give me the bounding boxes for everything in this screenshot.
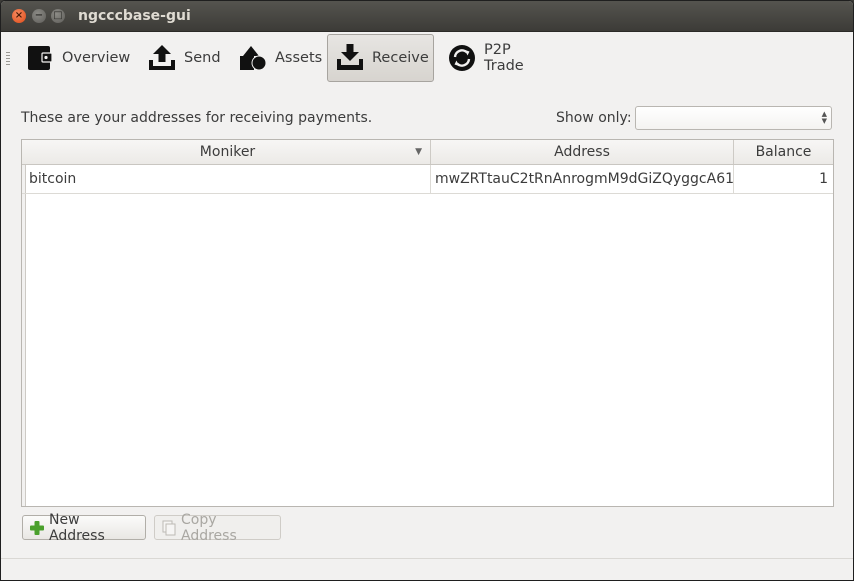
title-bar[interactable]: × − □ ngcccbase-gui: [1, 1, 853, 32]
column-header-moniker[interactable]: Moniker ▼: [25, 140, 431, 164]
addresses-table[interactable]: Moniker ▼ Address Balance bitcoin mwZRTt…: [21, 139, 834, 507]
toolbar-assets-label: Assets: [275, 50, 323, 66]
cell-moniker: bitcoin: [25, 165, 431, 193]
download-tray-icon: [334, 42, 366, 74]
plus-icon: [29, 520, 45, 536]
toolbar-assets[interactable]: Assets: [230, 34, 325, 82]
status-bar: [1, 558, 853, 580]
window-title: ngcccbase-gui: [78, 8, 191, 24]
table-row-header-strip: [22, 140, 26, 506]
maximize-window-button[interactable]: □: [51, 9, 65, 23]
toolbar-receive-label: Receive: [372, 50, 429, 66]
receive-instructions: These are your addresses for receiving p…: [21, 110, 373, 126]
app-window: × − □ ngcccbase-gui Overview Send Assets…: [0, 0, 854, 581]
toolbar-send[interactable]: Send: [139, 34, 225, 82]
combobox-updown-icon: ▲ ▼: [821, 110, 827, 125]
upload-tray-icon: [146, 42, 178, 74]
show-only-combobox[interactable]: ▲ ▼: [635, 106, 832, 130]
column-header-moniker-label: Moniker: [199, 144, 256, 160]
new-address-label: New Address: [49, 511, 105, 544]
table-header: Moniker ▼ Address Balance: [22, 140, 833, 165]
show-only-label: Show only:: [556, 110, 632, 126]
column-header-address-label: Address: [554, 144, 610, 160]
table-row[interactable]: bitcoin mwZRTtauC2tRnAnrogmM9dGiZQyggcA6…: [22, 165, 833, 194]
toolbar-grip-handle[interactable]: [6, 52, 10, 66]
copy-icon: [161, 520, 177, 536]
toolbar-receive[interactable]: Receive: [327, 34, 434, 82]
minimize-window-button[interactable]: −: [32, 9, 46, 23]
wallet-icon: [24, 42, 56, 74]
column-header-address[interactable]: Address: [431, 140, 734, 164]
toolbar-send-label: Send: [184, 50, 221, 66]
copy-address-button[interactable]: Copy Address: [154, 512, 281, 544]
toolbar-overview-label: Overview: [62, 50, 131, 66]
cell-balance: 1: [819, 171, 828, 187]
toolbar-overview[interactable]: Overview: [17, 34, 133, 82]
copy-address-label: Copy Address: [181, 511, 237, 544]
toolbar-p2p-trade-label: P2P Trade: [484, 42, 524, 74]
new-address-button[interactable]: New Address: [22, 512, 146, 544]
sort-descending-icon: ▼: [415, 147, 422, 157]
toolbar-p2p-trade[interactable]: P2P Trade: [439, 34, 559, 82]
column-header-balance-label: Balance: [755, 144, 812, 160]
main-toolbar: Overview Send Assets Receive P2P Trade: [1, 32, 853, 86]
shapes-icon: [237, 42, 269, 74]
close-window-button[interactable]: ×: [12, 9, 26, 23]
cell-address: mwZRTtauC2tRnAnrogmM9dGiZQyggcA61P: [431, 165, 734, 193]
column-header-balance[interactable]: Balance: [734, 140, 833, 164]
exchange-arrows-icon: [446, 42, 478, 74]
